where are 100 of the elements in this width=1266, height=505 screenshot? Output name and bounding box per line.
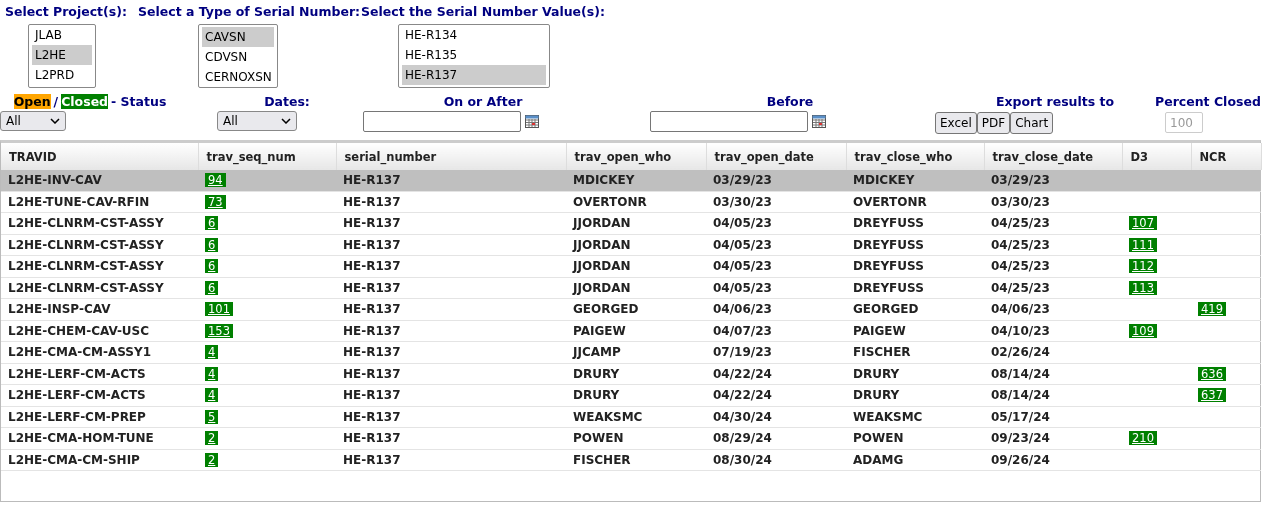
table-cell: 04/05/23 [713, 280, 772, 295]
column-header[interactable]: NCR [1191, 143, 1261, 170]
table-row[interactable]: L2HE-LERF-CM-PREP 5 HE-R137 WEAKSMC 04/30/24 WEAKSMC 05/17/24 [1, 406, 1261, 428]
number-link[interactable]: 73 [205, 194, 226, 209]
number-link[interactable]: 6 [205, 216, 219, 231]
table-cell: JJORDAN [573, 280, 631, 295]
list-option[interactable]: CERNOXSN [202, 67, 274, 87]
number-link[interactable]: 419 [1198, 302, 1226, 317]
list-option[interactable]: CDVSN [202, 47, 274, 67]
table-row[interactable]: L2HE-LERF-CM-ACTS 4 HE-R137 DRURY 04/22/24 DRURY 08/14/24 637 [1, 384, 1261, 406]
number-link[interactable]: 637 [1198, 388, 1226, 403]
number-link[interactable]: 111 [1129, 237, 1157, 252]
selector-label: Select a Type of Serial Number: [138, 4, 361, 19]
table-cell: DREYFUSS [853, 216, 924, 231]
number-link[interactable]: 109 [1129, 323, 1157, 338]
table-row[interactable]: L2HE-CLNRM-CST-ASSY 6 HE-R137 JJORDAN 04/05/23 DREYFUSS 04/25/23 111 [1, 234, 1261, 256]
table-row[interactable]: L2HE-CLNRM-CST-ASSY 6 HE-R137 JJORDAN 04/05/23 DREYFUSS 04/25/23 113 [1, 277, 1261, 299]
list-option[interactable]: HE-R135 [402, 45, 546, 65]
number-link[interactable]: 5 [205, 409, 219, 424]
list-option[interactable]: L2PRD [32, 65, 92, 85]
number-link[interactable]: 153 [205, 323, 233, 338]
table-row[interactable]: L2HE-TUNE-CAV-RFIN 73 HE-R137 OVERTONR 03/30/23 OVERTONR 03/30/23 [1, 191, 1261, 213]
table-cell: L2HE-CMA-HOM-TUNE [8, 431, 154, 446]
table-cell: L2HE-CLNRM-CST-ASSY [8, 280, 164, 295]
table-cell: L2HE-LERF-CM-PREP [8, 409, 146, 424]
table-cell: 08/14/24 [991, 388, 1050, 403]
table-cell: 03/30/23 [713, 194, 772, 209]
number-link[interactable]: 4 [205, 388, 219, 403]
listbox[interactable]: HE-R134 HE-R135 HE-R137 [398, 24, 550, 88]
number-link[interactable]: 6 [205, 259, 219, 274]
table-row[interactable]: L2HE-LERF-CM-ACTS 4 HE-R137 DRURY 04/22/24 DRURY 08/14/24 636 [1, 363, 1261, 385]
number-link[interactable]: 2 [205, 431, 219, 446]
column-header[interactable]: trav_open_date [706, 143, 846, 170]
table-cell: FISCHER [573, 452, 631, 467]
table-cell: OVERTONR [853, 194, 927, 209]
column-header[interactable]: trav_close_who [846, 143, 984, 170]
table-row[interactable]: L2HE-INV-CAV 94 HE-R137 MDICKEY 03/29/23 MDICKEY 03/29/23 [1, 170, 1261, 191]
table-cell: DRURY [853, 388, 900, 403]
table-cell: 04/05/23 [713, 259, 772, 274]
chevron-down-icon [281, 118, 291, 124]
list-option[interactable]: CAVSN [202, 27, 274, 47]
table-row[interactable]: L2HE-INSP-CAV 101 HE-R137 GEORGED 04/06/23 GEORGED 04/06/23 419 [1, 298, 1261, 320]
column-header[interactable]: trav_open_who [566, 143, 706, 170]
number-link[interactable]: 94 [205, 173, 226, 188]
table-cell: L2HE-INV-CAV [8, 173, 102, 188]
list-option[interactable]: HE-R134 [402, 25, 546, 45]
table-cell: L2HE-TUNE-CAV-RFIN [8, 194, 150, 209]
column-header[interactable]: serial_number [336, 143, 566, 170]
number-link[interactable]: 113 [1129, 280, 1157, 295]
table-cell: ADAMG [853, 452, 904, 467]
table-cell: 03/30/23 [991, 194, 1050, 209]
column-header[interactable]: TRAVID [1, 143, 198, 170]
calendar-icon[interactable] [812, 115, 826, 128]
number-link[interactable]: 4 [205, 366, 219, 381]
calendar-icon[interactable] [525, 115, 539, 128]
number-link[interactable]: 107 [1129, 216, 1157, 231]
number-link[interactable]: 4 [205, 345, 219, 360]
status-label: - Status [111, 93, 167, 109]
table-cell: 08/29/24 [713, 431, 772, 446]
list-option[interactable]: JLAB [32, 25, 92, 45]
table-cell: HE-R137 [343, 216, 401, 231]
table-row[interactable]: L2HE-CHEM-CAV-USC 153 HE-R137 PAIGEW 04/07/23 PAIGEW 04/10/23 109 [1, 320, 1261, 342]
table-row[interactable]: L2HE-CMA-HOM-TUNE 2 HE-R137 POWEN 08/29/24 POWEN 09/23/24 210 [1, 427, 1261, 449]
number-link[interactable]: 101 [205, 302, 233, 317]
table-cell: 04/05/23 [713, 237, 772, 252]
table-cell: JJORDAN [573, 216, 631, 231]
number-link[interactable]: 2 [205, 452, 219, 467]
table-cell: HE-R137 [343, 345, 401, 360]
number-link[interactable]: 636 [1198, 366, 1226, 381]
table-cell: HE-R137 [343, 452, 401, 467]
table-row[interactable]: L2HE-CLNRM-CST-ASSY 6 HE-R137 JJORDAN 04/05/23 DREYFUSS 04/25/23 112 [1, 255, 1261, 277]
table-row[interactable]: L2HE-CMA-CM-SHIP 2 HE-R137 FISCHER 08/30/24 ADAMG 09/26/24 [1, 449, 1261, 471]
column-header[interactable]: D3 [1122, 143, 1191, 170]
number-link[interactable]: 6 [205, 237, 219, 252]
number-link[interactable]: 6 [205, 280, 219, 295]
listbox[interactable]: JLAB L2HE L2PRD [28, 24, 96, 88]
export-button[interactable]: Chart [1010, 112, 1054, 134]
table-cell: MDICKEY [573, 173, 635, 188]
number-link[interactable]: 112 [1129, 259, 1157, 274]
dates-dropdown[interactable]: All [217, 111, 297, 131]
table-cell: 04/22/24 [713, 366, 772, 381]
table-cell: WEAKSMC [573, 409, 643, 424]
list-option[interactable]: HE-R137 [402, 65, 546, 85]
table-row[interactable]: L2HE-CLNRM-CST-ASSY 6 HE-R137 JJORDAN 04/05/23 DREYFUSS 04/25/23 107 [1, 212, 1261, 234]
number-link[interactable]: 210 [1129, 431, 1157, 446]
listbox[interactable]: CAVSN CDVSN CERNOXSN [198, 24, 278, 88]
open-legend: Open [13, 93, 51, 109]
on-or-after-field[interactable] [363, 111, 521, 132]
export-button[interactable]: PDF [976, 112, 1011, 134]
column-header[interactable]: trav_close_date [984, 143, 1122, 170]
table-cell: 07/19/23 [713, 345, 772, 360]
status-dropdown[interactable]: All [0, 111, 66, 131]
table-cell: L2HE-CLNRM-CST-ASSY [8, 216, 164, 231]
table-row[interactable]: L2HE-CMA-CM-ASSY1 4 HE-R137 JJCAMP 07/19/23 FISCHER 02/26/24 [1, 341, 1261, 363]
list-option[interactable]: L2HE [32, 45, 92, 65]
table-cell: L2HE-LERF-CM-ACTS [8, 366, 146, 381]
column-header[interactable]: trav_seq_num [198, 143, 336, 170]
before-field[interactable] [650, 111, 808, 132]
export-button[interactable]: Excel [935, 112, 977, 134]
table-cell: POWEN [573, 431, 624, 446]
